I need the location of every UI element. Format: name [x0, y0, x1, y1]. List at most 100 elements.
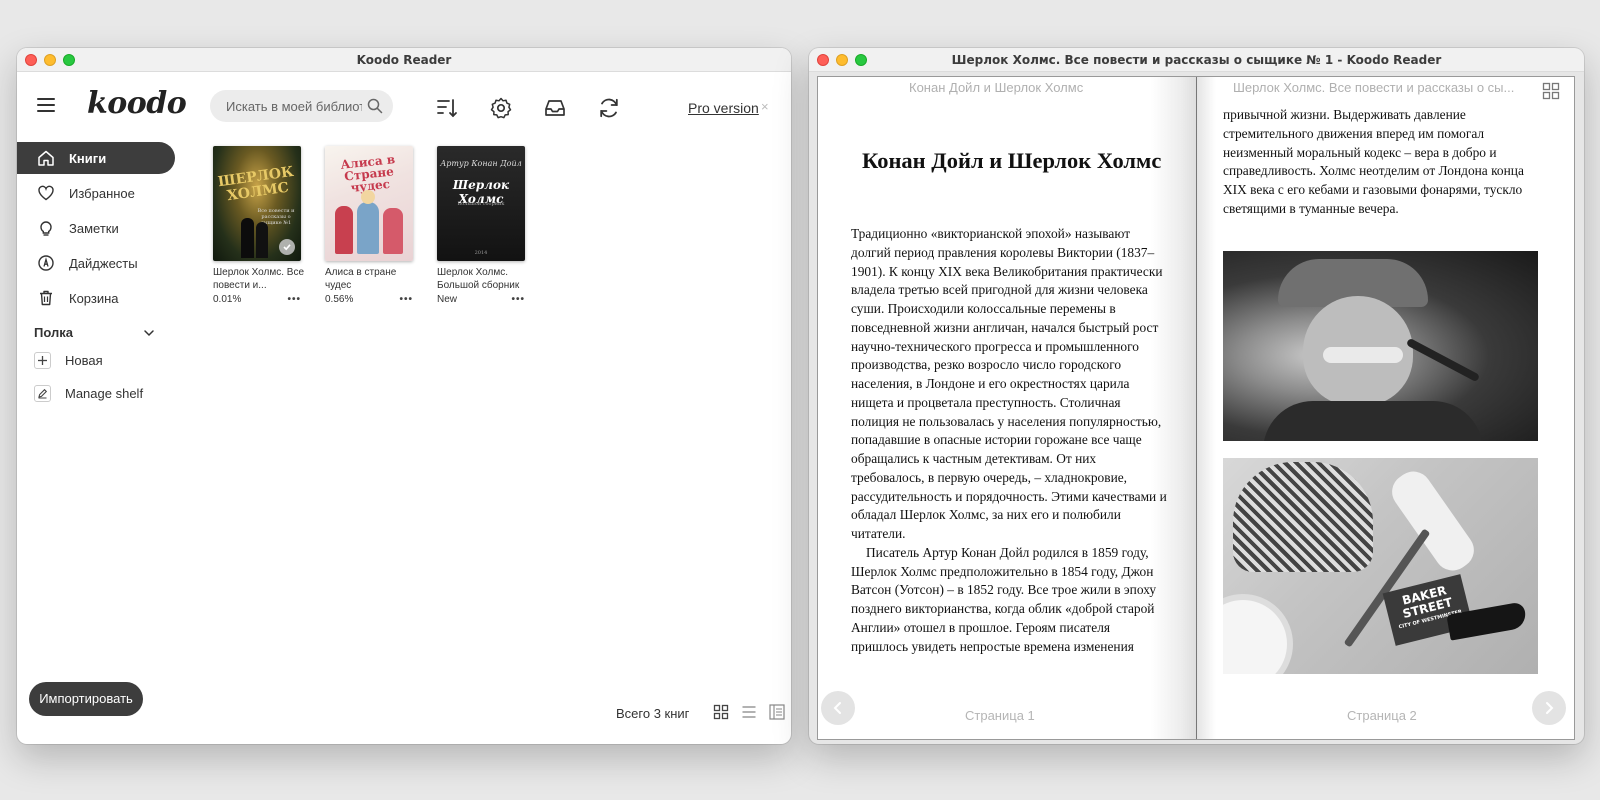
cover-author: Артур Конан Дойл [440, 159, 522, 168]
deerstalker-hat-shape [1233, 462, 1373, 572]
right-page-number: Страница 2 [1347, 708, 1417, 723]
sidebar-item-trash[interactable]: Корзина [17, 282, 175, 314]
sidebar-label: Книги [69, 150, 107, 166]
alice-face [361, 190, 375, 204]
portrait-photo [1223, 251, 1538, 441]
sort-icon[interactable] [435, 96, 459, 120]
pro-version-link[interactable]: Pro version [688, 100, 759, 116]
book-item[interactable]: Артур Конан Дойл Шерлок Холмс Большой сб… [437, 146, 547, 305]
library-titlebar: Koodo Reader [17, 48, 791, 72]
new-shelf-button[interactable]: Новая [34, 352, 103, 369]
minimize-window-button[interactable] [836, 54, 848, 66]
menu-icon[interactable] [37, 98, 55, 112]
book-title: Шерлок Холмс. Большой сборник [437, 267, 520, 291]
search-icon[interactable] [367, 98, 383, 114]
next-page-button[interactable] [1532, 691, 1566, 725]
shelf-section-title[interactable]: Полка [34, 325, 73, 340]
book-item[interactable]: ШЕРЛОК ХОЛМС Все повести и рассказы о сы… [213, 146, 323, 305]
maximize-window-button[interactable] [63, 54, 75, 66]
cover-subtitle: Большой сборник [457, 201, 505, 207]
reader-window-title: Шерлок Холмс. Все повести и рассказы о с… [951, 53, 1442, 67]
sidebar-item-notes[interactable]: Заметки [17, 212, 175, 244]
moustache-shape [1323, 347, 1403, 363]
book-cover[interactable]: Артур Конан Дойл Шерлок Холмс Большой сб… [437, 146, 525, 261]
maximize-window-button[interactable] [855, 54, 867, 66]
plus-icon [34, 352, 51, 369]
coat-shape [1263, 401, 1483, 441]
figure-silhouette [256, 222, 268, 258]
book-item[interactable]: Алиса в Стране чудес Алиса в стране чуде… [325, 146, 435, 305]
book-title: Алиса в стране чудес [325, 267, 397, 291]
book-cover[interactable]: Алиса в Стране чудес [325, 146, 413, 261]
minimize-window-button[interactable] [44, 54, 56, 66]
inbox-icon[interactable] [543, 96, 567, 120]
prev-page-button[interactable] [821, 691, 855, 725]
more-options-icon[interactable]: ••• [511, 294, 525, 305]
sidebar-label: Дайджесты [69, 255, 138, 271]
sidebar-label: Корзина [69, 290, 119, 306]
home-icon [38, 150, 54, 166]
search-input[interactable] [226, 98, 362, 114]
sherlock-items-photo: BAKER STREET CITY OF WESTMINSTER [1223, 458, 1538, 674]
chevron-down-icon[interactable] [143, 327, 155, 339]
sync-icon[interactable] [597, 96, 621, 120]
paragraph: Традиционно «викторианской эпохой» назыв… [851, 226, 1167, 541]
sidebar-item-digests[interactable]: Дайджесты [17, 247, 175, 279]
grid-menu-icon[interactable] [1542, 82, 1560, 100]
cover-list-view-icon[interactable] [769, 704, 785, 720]
chapter-title: Конан Дойл и Шерлок Холмс [862, 148, 1162, 173]
card-figure [383, 208, 403, 254]
lightbulb-icon [40, 221, 52, 236]
book-cover[interactable]: ШЕРЛОК ХОЛМС Все повести и рассказы о сы… [213, 146, 301, 261]
import-button[interactable]: Импортировать [29, 682, 143, 716]
app-logo: koodo [87, 86, 187, 121]
reader-window: Шерлок Холмс. Все повести и рассказы о с… [809, 48, 1584, 744]
pipe-shape [1405, 337, 1481, 383]
left-page-number: Страница 1 [965, 708, 1035, 723]
right-page-header: Шерлок Холмс. Все повести и рассказы о с… [1233, 80, 1515, 95]
edit-pencil-icon [34, 385, 51, 402]
chevron-left-icon [833, 702, 841, 714]
book-title: Шерлок Холмс. Все повести и... [213, 267, 305, 291]
check-icon[interactable] [279, 239, 295, 255]
alice-figure [357, 202, 379, 254]
at-icon [38, 255, 54, 271]
new-shelf-label: Новая [65, 353, 103, 368]
left-page[interactable]: Конан Дойл и Шерлок Холмс Конан Дойл и Ш… [818, 77, 1196, 739]
library-window: Koodo Reader koodo Pro version × [17, 48, 791, 744]
search-box[interactable] [210, 90, 393, 122]
cover-title: ШЕРЛОК ХОЛМС [217, 163, 295, 205]
list-view-icon[interactable] [741, 704, 757, 720]
manage-shelf-button[interactable]: Manage shelf [34, 385, 143, 402]
book-spread: Конан Дойл и Шерлок Холмс Конан Дойл и Ш… [817, 76, 1575, 740]
book-progress: 0.01% [213, 294, 242, 305]
coffee-cup-shape [1223, 594, 1293, 674]
more-options-icon[interactable]: ••• [287, 294, 301, 305]
cover-year: 2014 [474, 250, 488, 256]
sidebar-label: Избранное [69, 185, 135, 201]
close-window-button[interactable] [25, 54, 37, 66]
heart-icon [38, 185, 54, 201]
sidebar-item-favorites[interactable]: Избранное [17, 177, 175, 209]
book-progress: 0.56% [325, 294, 354, 305]
chevron-right-icon [1546, 702, 1554, 714]
sidebar-item-books[interactable]: Книги [17, 142, 175, 174]
left-page-text[interactable]: Традиционно «викторианской эпохой» назыв… [851, 225, 1169, 656]
left-page-header: Конан Дойл и Шерлок Холмс [909, 80, 1084, 95]
scroll-shape [1385, 464, 1481, 578]
manage-shelf-label: Manage shelf [65, 386, 144, 401]
close-window-button[interactable] [817, 54, 829, 66]
pro-close-icon[interactable]: × [761, 99, 769, 114]
reader-titlebar: Шерлок Холмс. Все повести и рассказы о с… [809, 48, 1584, 72]
right-page-text[interactable]: привычной жизни. Выдерживать давление ст… [1223, 106, 1541, 219]
settings-gear-icon[interactable] [489, 96, 513, 120]
book-progress: New [437, 294, 458, 305]
grid-view-icon[interactable] [713, 704, 729, 720]
trash-icon [40, 290, 52, 306]
right-page[interactable]: Шерлок Холмс. Все повести и рассказы о с… [1196, 77, 1574, 739]
card-figure [335, 206, 353, 254]
sidebar-label: Заметки [69, 220, 119, 236]
paragraph: Писатель Артур Конан Дойл родился в 1859… [851, 544, 1157, 654]
more-options-icon[interactable]: ••• [399, 294, 413, 305]
library-window-title: Koodo Reader [356, 53, 452, 67]
